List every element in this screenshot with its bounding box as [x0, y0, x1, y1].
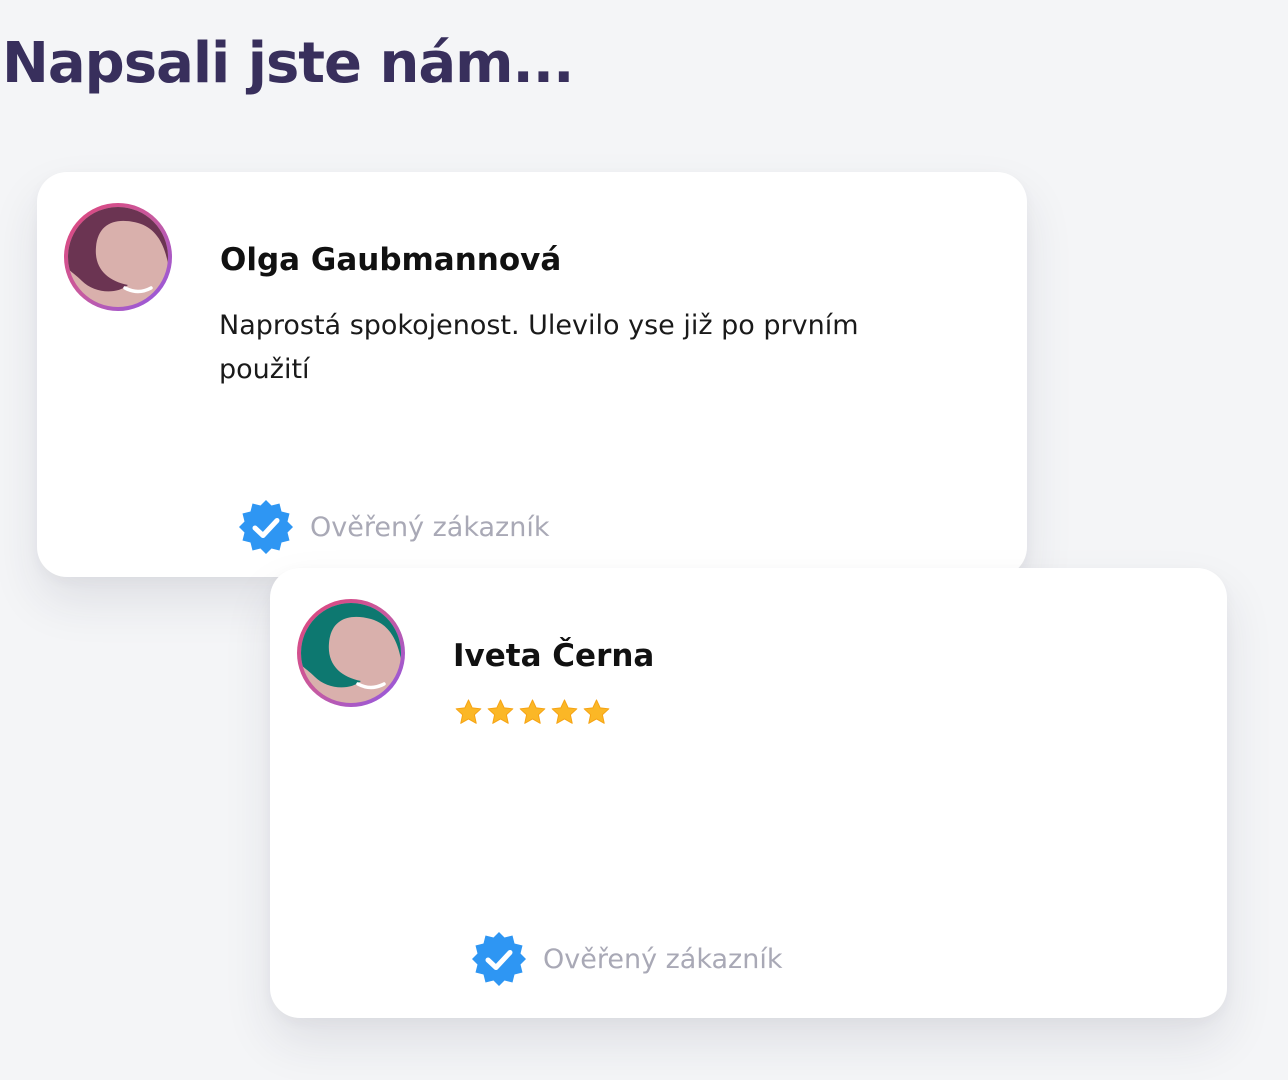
- star-icon: [519, 699, 546, 724]
- star-icon: [487, 699, 514, 724]
- review-card: Olga Gaubmannová Naprostá spokojenost. U…: [37, 172, 1027, 577]
- verified-customer-label: Ověřený zákazník: [310, 511, 550, 543]
- star-icon: [551, 699, 578, 724]
- reviewer-name: Iveta Černa: [453, 638, 655, 674]
- star-rating: [454, 698, 611, 727]
- verified-check-icon: [472, 932, 526, 986]
- reviewer-avatar: [64, 203, 172, 311]
- star-icon: [455, 699, 482, 724]
- verified-customer-badge: Ověřený zákazník: [238, 499, 549, 555]
- woman-avatar-icon: [68, 207, 168, 307]
- star-icon: [583, 699, 610, 724]
- reviewer-name: Olga Gaubmannová: [220, 242, 562, 278]
- section-title: Napsali jste nám...: [2, 31, 574, 96]
- woman-avatar-icon: [301, 603, 401, 703]
- verified-customer-label: Ověřený zákazník: [543, 943, 783, 975]
- verified-customer-badge: Ověřený zákazník: [471, 931, 782, 987]
- review-card: Iveta Černa Ověřený zákazník: [270, 568, 1227, 1018]
- reviewer-avatar: [297, 599, 405, 707]
- review-text: Naprostá spokojenost. Ulevilo yse již po…: [219, 310, 859, 385]
- verified-check-icon: [239, 500, 293, 554]
